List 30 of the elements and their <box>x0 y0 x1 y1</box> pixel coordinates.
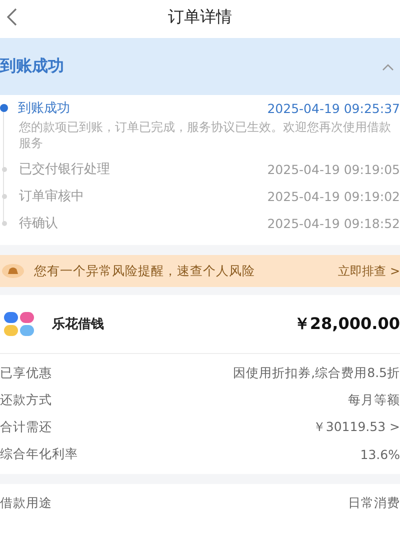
back-icon[interactable] <box>6 8 18 26</box>
step-note: 您的款项已到账，订单已完成，服务协议已生效。欢迎您再次使用借款服务 <box>18 119 392 151</box>
app-logo-icon <box>4 312 34 336</box>
step-title: 到账成功 <box>18 100 71 117</box>
detail-value: ￥30119.53 > <box>312 419 400 436</box>
detail-label: 综合年化利率 <box>0 446 78 463</box>
status-title: 到账成功 <box>0 56 64 77</box>
detail-value: 因使用折扣券,综合费用8.5折 <box>233 365 400 382</box>
alarm-icon <box>2 264 24 278</box>
detail-label: 已享优惠 <box>0 365 52 382</box>
risk-text: 您有一个异常风险提醒，速查个人风险 <box>34 262 256 280</box>
detail-value: 每月等额 <box>348 392 400 409</box>
risk-banner[interactable]: 您有一个异常风险提醒，速查个人风险 立即排查 > <box>0 255 400 287</box>
loan-amount: ￥28,000.00 <box>294 314 400 334</box>
detail-value: 日常消费 <box>348 495 400 512</box>
page-title: 订单详情 <box>168 6 232 28</box>
step-time: 2025-04-19 09:19:02 <box>267 188 400 204</box>
detail-value: 13.6% <box>360 447 400 462</box>
step-title: 已交付银行处理 <box>19 161 111 178</box>
check-now-link[interactable]: 立即排查 > <box>338 262 400 280</box>
step-title: 待确认 <box>19 215 59 232</box>
product-name: 乐花借钱 <box>52 316 105 333</box>
detail-label: 借款用途 <box>0 495 52 512</box>
collapse-icon[interactable] <box>382 62 394 70</box>
detail-label: 还款方式 <box>0 392 52 409</box>
step-time: 2025-04-19 09:18:52 <box>267 216 400 230</box>
step-time: 2025-04-19 09:19:05 <box>267 162 400 176</box>
detail-label: 合计需还 <box>0 419 52 436</box>
step-title: 订单审核中 <box>19 188 85 205</box>
step-time: 2025-04-19 09:25:37 <box>267 100 400 116</box>
